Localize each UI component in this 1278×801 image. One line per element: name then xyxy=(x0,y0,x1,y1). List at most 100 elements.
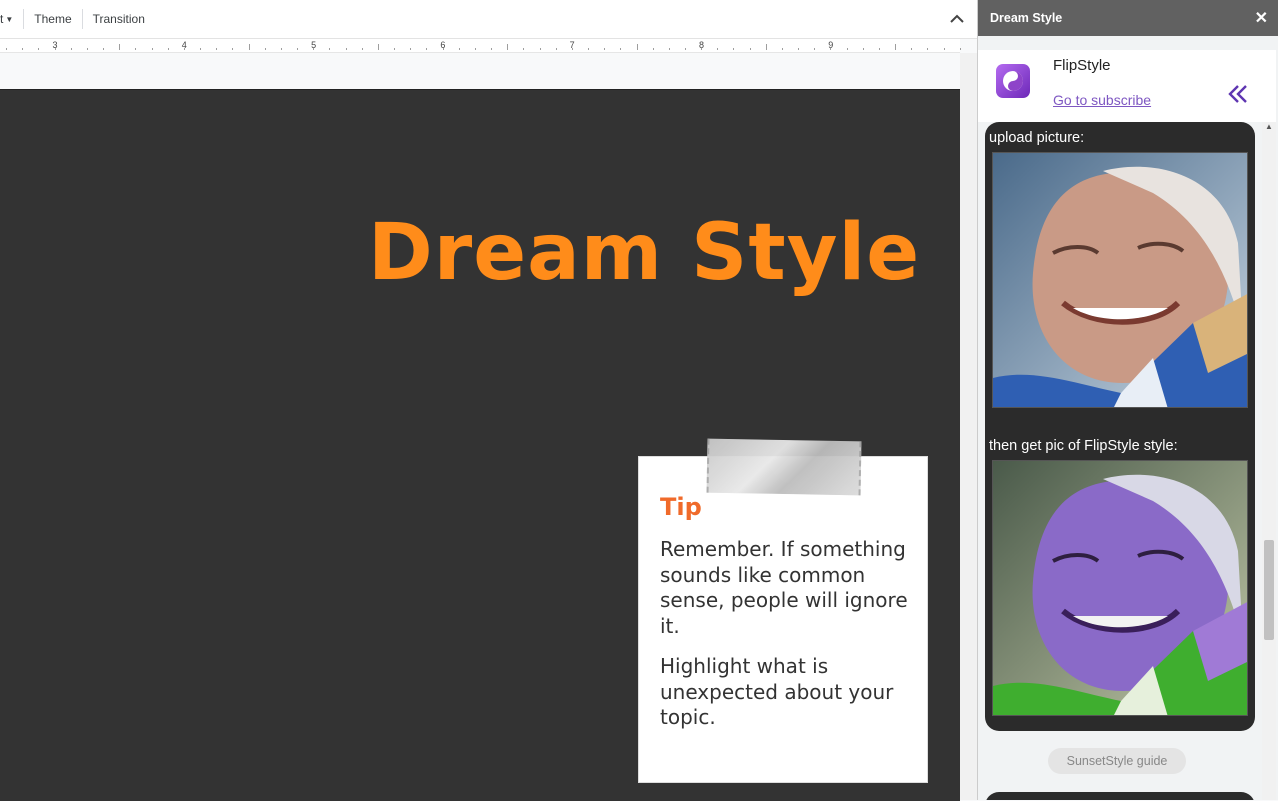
ruler-tick xyxy=(604,48,606,50)
ruler-tick xyxy=(878,48,880,50)
ruler-tick xyxy=(749,48,751,50)
ruler-tick xyxy=(361,48,363,50)
tip-paragraph-1[interactable]: Remember. If something sounds like commo… xyxy=(660,537,915,639)
next-demo-card xyxy=(985,792,1255,800)
theme-button[interactable]: Theme xyxy=(24,0,81,38)
chevron-up-icon xyxy=(950,14,964,23)
ruler-tick xyxy=(426,48,428,50)
expand-button[interactable] xyxy=(1226,82,1250,106)
ruler-tick xyxy=(345,48,347,50)
ruler-tick xyxy=(668,48,670,50)
scroll-up-arrow-icon[interactable]: ▲ xyxy=(1265,122,1273,131)
ruler-tick xyxy=(765,44,767,50)
yin-yang-icon xyxy=(996,64,1030,98)
ruler-number: 7 xyxy=(569,40,575,50)
double-chevron-left-icon xyxy=(1228,85,1247,103)
ruler-number: 6 xyxy=(440,40,446,50)
ruler-tick xyxy=(652,48,654,50)
ruler-tick xyxy=(895,44,897,50)
partial-menu-button[interactable]: t ▼ xyxy=(0,0,23,38)
ruler-number: 4 xyxy=(181,40,187,50)
ruler-tick xyxy=(70,48,72,50)
ruler-tick xyxy=(216,48,218,50)
panel-header: Dream Style ✕ xyxy=(978,0,1278,36)
horizontal-ruler[interactable]: 3 4 5 6 7 8 9 xyxy=(0,39,961,53)
slide-title[interactable]: Dream Style xyxy=(368,208,920,298)
ruler-tick xyxy=(588,48,589,50)
ruler-tick xyxy=(523,48,525,50)
canvas-scrollbar[interactable] xyxy=(960,53,977,800)
ruler-tick xyxy=(297,48,299,50)
ruler-tick xyxy=(135,48,137,50)
ruler-tick xyxy=(22,48,24,50)
original-portrait-image xyxy=(992,152,1248,408)
collapse-toolbar-button[interactable] xyxy=(947,9,967,29)
ruler-tick xyxy=(248,44,250,50)
subscribe-link[interactable]: Go to subscribe xyxy=(1053,92,1151,108)
ruler-tick xyxy=(507,44,509,50)
ruler-tick xyxy=(377,44,379,50)
tip-heading[interactable]: Tip xyxy=(660,493,702,521)
guide-button[interactable]: SunsetStyle guide xyxy=(1048,748,1186,774)
partial-menu-label: t xyxy=(0,12,4,26)
panel-scrollbar[interactable]: ▲ xyxy=(1262,122,1276,800)
ruler-tick xyxy=(491,48,493,50)
slide-canvas: Dream Style Tip Remember. If something s… xyxy=(0,53,977,801)
tape-decoration xyxy=(706,438,862,496)
tip-paragraph-2[interactable]: Highlight what is unexpected about your … xyxy=(660,654,915,731)
dropdown-arrow-icon: ▼ xyxy=(5,14,14,24)
ruler-tick xyxy=(280,48,282,50)
demo-card: upload picture: then get pic of FlipStyl… xyxy=(985,122,1255,731)
ruler-tick xyxy=(232,48,234,50)
ruler-number: 3 xyxy=(52,40,58,50)
ruler-tick xyxy=(555,48,557,50)
ruler-number: 8 xyxy=(698,40,705,50)
ruler-tick xyxy=(862,48,864,50)
ruler-tick xyxy=(474,48,476,50)
ruler-number: 9 xyxy=(828,40,834,50)
ruler-tick xyxy=(458,48,460,50)
ruler-tick xyxy=(781,48,783,50)
addon-side-panel: Dream Style ✕ FlipStyle Go to subscribe … xyxy=(977,0,1278,800)
theme-label: Theme xyxy=(34,12,72,26)
ruler-tick xyxy=(103,48,105,50)
tip-card[interactable]: Tip Remember. If something sounds like c… xyxy=(638,456,928,783)
ruler-tick xyxy=(151,48,153,50)
ruler-tick xyxy=(119,44,121,50)
transition-button[interactable]: Transition xyxy=(83,0,155,38)
panel-scroll-thumb[interactable] xyxy=(1264,540,1274,640)
ruler-tick xyxy=(6,48,8,50)
ruler-tick xyxy=(394,48,396,50)
ruler-tick xyxy=(814,48,816,50)
brand-name: FlipStyle xyxy=(1053,57,1111,74)
ruler-tick xyxy=(846,48,848,50)
ruler-tick xyxy=(200,48,202,50)
ruler-tick xyxy=(264,48,266,50)
ruler-tick xyxy=(86,48,88,50)
ruler-number: 5 xyxy=(311,40,317,50)
ruler-tick xyxy=(959,48,961,50)
slide[interactable]: Dream Style Tip Remember. If something s… xyxy=(0,89,960,801)
ruler-tick xyxy=(620,48,622,50)
ruler-tick xyxy=(798,48,800,50)
result-label: then get pic of FlipStyle style: xyxy=(989,438,1178,454)
ruler-tick xyxy=(911,48,913,50)
ruler-tick xyxy=(329,48,331,50)
ruler-tick xyxy=(539,48,541,50)
ruler-tick xyxy=(684,48,686,50)
ruler-tick xyxy=(38,48,40,50)
ruler-tick xyxy=(943,48,945,50)
slides-toolbar: t ▼ Theme Transition xyxy=(0,0,977,39)
close-icon[interactable]: ✕ xyxy=(1255,8,1268,28)
ruler-tick xyxy=(717,48,719,50)
panel-title: Dream Style xyxy=(990,11,1063,25)
brand-bar: FlipStyle Go to subscribe xyxy=(978,50,1276,122)
ruler-tick xyxy=(636,44,638,50)
upload-label: upload picture: xyxy=(989,130,1085,146)
styled-portrait-image xyxy=(992,460,1248,716)
ruler-tick xyxy=(733,48,735,50)
ruler-tick xyxy=(167,48,169,50)
transition-label: Transition xyxy=(92,12,145,26)
ruler-tick xyxy=(410,48,412,50)
ruler-tick xyxy=(927,48,929,50)
